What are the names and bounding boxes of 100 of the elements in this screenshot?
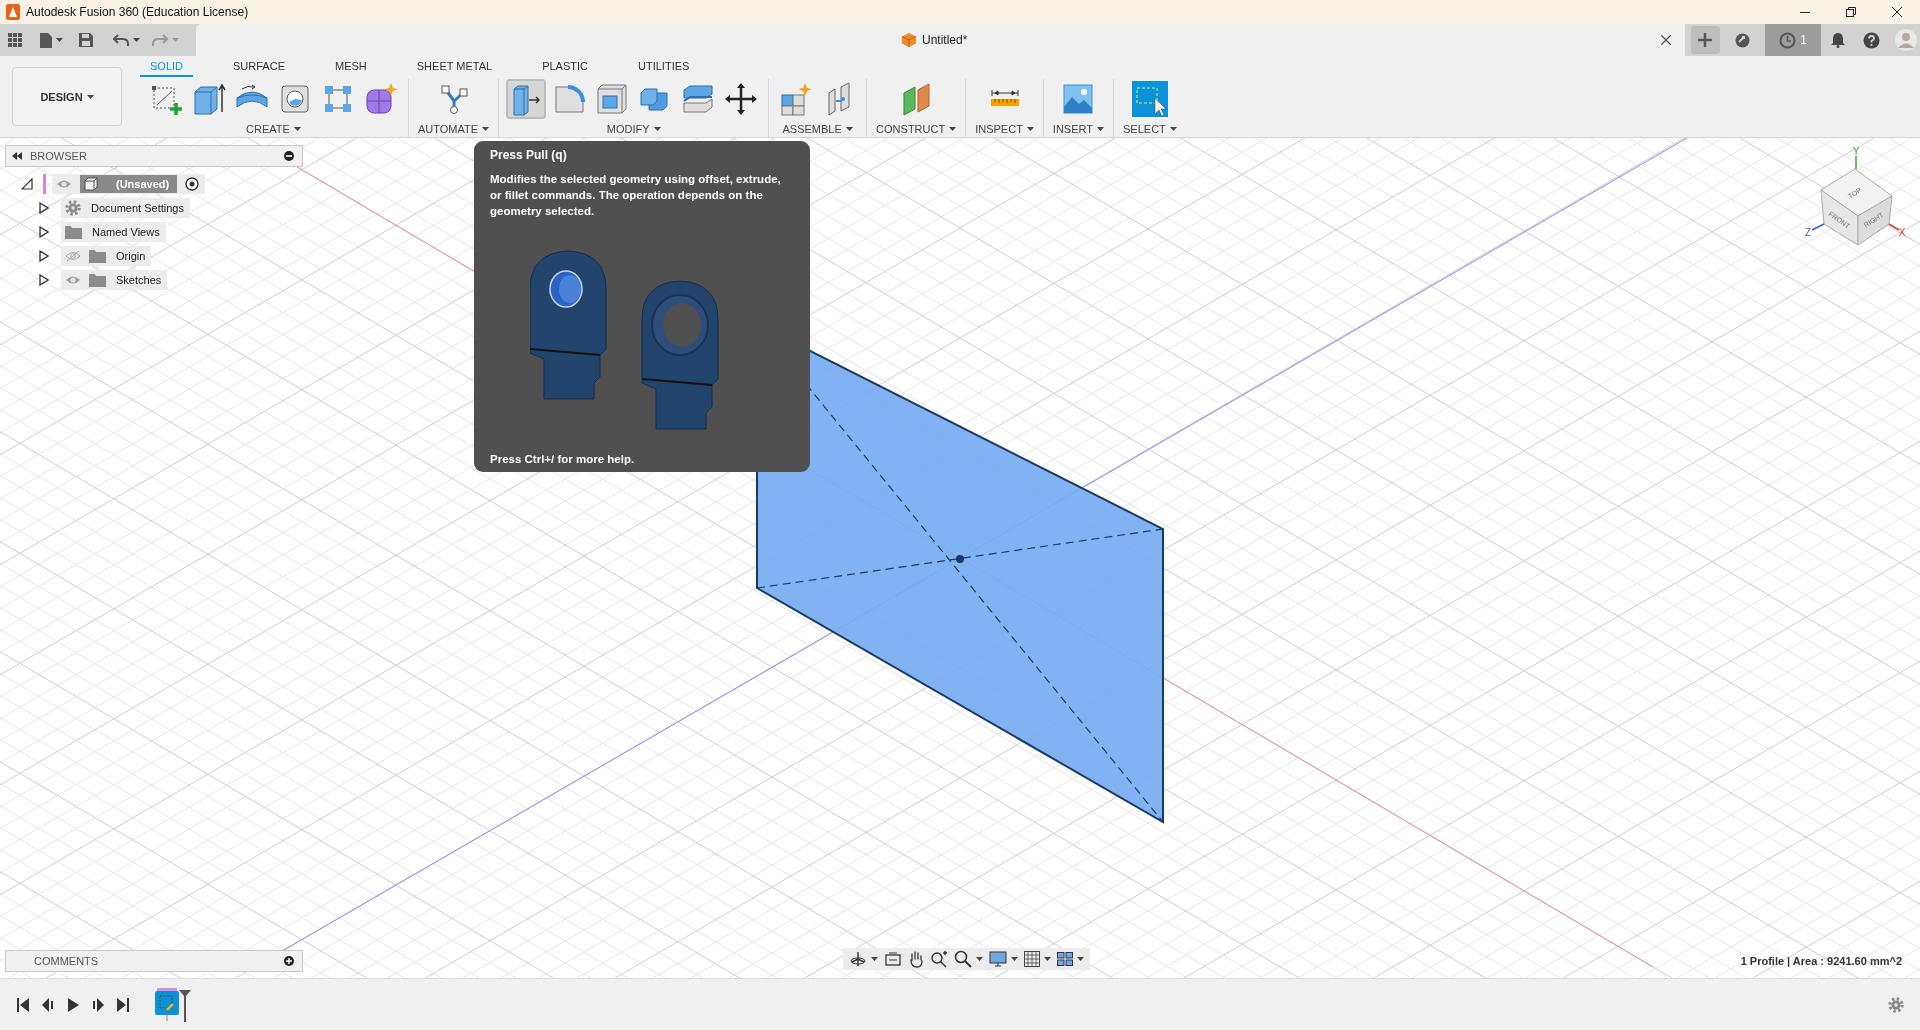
caret-icon — [976, 957, 983, 961]
caret-icon — [1026, 127, 1034, 131]
panel-title: BROWSER — [30, 150, 87, 162]
look-at-button[interactable] — [884, 949, 902, 969]
group-menu[interactable]: MODIFY — [606, 121, 661, 137]
look-at-icon — [884, 951, 902, 967]
form-cube-icon[interactable] — [363, 81, 399, 117]
axis-stub-line — [1855, 155, 1857, 170]
active-radio-icon[interactable] — [185, 177, 200, 191]
caret-icon — [949, 127, 957, 131]
pan-icon — [908, 950, 924, 968]
add-comment-icon[interactable] — [284, 956, 294, 966]
fit-button[interactable] — [954, 949, 983, 969]
folder-icon — [65, 225, 82, 239]
caret-icon — [1044, 957, 1051, 961]
file-menu-icon — [40, 32, 52, 48]
caret-icon — [172, 38, 179, 42]
undo-icon — [113, 34, 129, 46]
component-color-bar — [43, 174, 46, 194]
caret-icon — [871, 957, 878, 961]
last-step-icon — [116, 997, 129, 1012]
gear-icon — [1887, 996, 1904, 1013]
close-icon — [1892, 7, 1902, 17]
tree-item[interactable]: Named Views — [61, 222, 166, 242]
expanded-arrow-icon[interactable] — [21, 178, 33, 190]
caret-icon — [56, 38, 63, 42]
tooltip-description: Modifies the selected geometry using offset, extrude, or fillet commands. The operation depends on the geometry selected. — [490, 172, 782, 219]
tree-item[interactable]: Origin — [61, 246, 152, 266]
ribbon-tab[interactable]: PLASTIC — [532, 57, 598, 77]
help-icon — [1862, 31, 1880, 49]
caret-icon — [653, 127, 661, 131]
center-point[interactable] — [956, 555, 964, 563]
previous-step-icon — [41, 997, 54, 1012]
pan-button[interactable] — [908, 949, 924, 969]
close-tab-icon — [1661, 35, 1671, 45]
caret-icon — [1169, 127, 1177, 131]
app-logo-icon — [6, 4, 20, 20]
status-text: 1 Profile | Area : 9241.60 mm^2 — [1740, 955, 1902, 967]
redo-icon — [152, 34, 168, 46]
new-tab-button[interactable] — [1691, 26, 1720, 54]
caret-icon — [86, 94, 94, 99]
axis-stub-line — [1811, 223, 1825, 231]
tooltip-hint: Press Ctrl+/ for more help. — [490, 453, 636, 465]
restore-icon — [1846, 7, 1856, 17]
group-menu[interactable]: AUTOMATE — [418, 121, 490, 137]
caret-icon — [1097, 127, 1104, 131]
caret-icon — [293, 127, 301, 131]
folder-icon — [89, 249, 106, 263]
group-menu[interactable]: INSERT — [1052, 121, 1104, 137]
tree-item[interactable]: Sketches — [61, 270, 168, 290]
group-menu[interactable]: ASSEMBLE — [782, 121, 853, 137]
collapsed-arrow-icon[interactable] — [39, 226, 51, 238]
minimize-panel-icon[interactable] — [284, 151, 294, 161]
grid-settings-icon — [1024, 951, 1040, 967]
display-settings-icon — [989, 951, 1007, 967]
extrude-box-icon[interactable] — [191, 81, 227, 117]
collapsed-arrow-icon[interactable] — [39, 202, 51, 214]
orbit-icon — [849, 950, 867, 968]
zoom-button[interactable] — [930, 949, 948, 969]
axis-label: X — [1898, 227, 1906, 238]
group-menu[interactable]: INSPECT — [975, 121, 1034, 137]
ribbon-tab[interactable]: SURFACE — [223, 57, 295, 77]
clock-icon — [1779, 31, 1797, 49]
fit-icon — [954, 950, 972, 968]
sketch-feature-icon[interactable] — [155, 987, 181, 1021]
collapsed-arrow-icon[interactable] — [39, 274, 51, 286]
caret-icon — [133, 38, 140, 42]
playhead-marker[interactable] — [179, 989, 191, 1022]
box-icon — [84, 177, 98, 191]
new-tab-icon — [1698, 33, 1713, 47]
group-menu[interactable]: SELECT — [1123, 121, 1177, 137]
group-menu[interactable]: CREATE — [246, 121, 301, 137]
display-settings-button[interactable] — [989, 949, 1018, 969]
first-step-icon — [16, 997, 29, 1012]
selection-cursor-icon[interactable] — [1131, 81, 1168, 117]
caret-icon — [482, 127, 490, 131]
caret-icon — [845, 127, 853, 131]
gear-icon — [65, 200, 81, 216]
axis-stub-line — [1888, 223, 1900, 231]
workspace-menu[interactable]: DESIGN — [12, 67, 122, 126]
next-step-icon — [91, 997, 104, 1012]
folder-icon — [89, 273, 106, 287]
collapsed-arrow-icon[interactable] — [39, 250, 51, 262]
document-tab[interactable]: Untitled* — [896, 28, 974, 52]
press-pull-icon[interactable] — [508, 81, 545, 117]
viewports-button[interactable] — [1057, 949, 1084, 969]
axis-label: Z — [1804, 227, 1812, 238]
cube-icon — [902, 33, 916, 47]
ribbon-tab[interactable]: UTILITIES — [628, 57, 700, 77]
tooltip-title: Press Pull (q) — [490, 148, 568, 162]
tree-item[interactable]: Document Settings — [61, 198, 190, 218]
ribbon-tab[interactable]: MESH — [325, 57, 377, 77]
group-menu[interactable]: CONSTRUCT — [876, 121, 957, 137]
ribbon-tab[interactable]: SHEET METAL — [406, 57, 503, 77]
play-icon — [66, 997, 79, 1012]
viewports-icon — [1057, 952, 1073, 966]
grid-settings-button[interactable] — [1024, 949, 1051, 969]
panel-title: COMMENTS — [34, 955, 99, 967]
orbit-button[interactable] — [849, 949, 878, 969]
collapse-panel-icon[interactable] — [12, 152, 22, 160]
